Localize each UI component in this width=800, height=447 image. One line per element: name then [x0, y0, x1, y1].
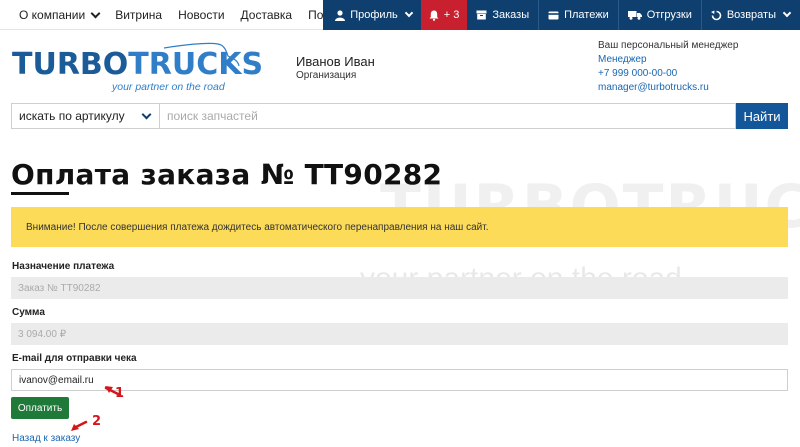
amount-field: 3 094.00 ₽ — [11, 323, 788, 345]
nav-news[interactable]: Новости — [170, 0, 232, 30]
manager-name-link[interactable]: Менеджер — [598, 54, 647, 65]
logo-tagline: your partner on the road — [112, 81, 225, 93]
email-label: E-mail для отправки чека — [12, 353, 137, 364]
warning-banner: Внимание! После совершения платежа дожди… — [11, 207, 788, 247]
search-mode-value: искать по артикулу — [19, 109, 125, 123]
chevron-down-icon — [404, 8, 413, 18]
nav-showcase[interactable]: Витрина — [107, 0, 170, 30]
back-to-order-link[interactable]: Назад к заказу — [12, 433, 80, 444]
search-button[interactable]: Найти — [736, 103, 788, 129]
shipments-label: Отгрузки — [646, 9, 692, 21]
profile-label: Профиль — [350, 9, 398, 21]
orders-label: Заказы — [492, 9, 530, 21]
truck-icon — [627, 11, 642, 20]
notifications-button[interactable]: + 3 — [420, 0, 468, 30]
nav-showcase-label: Витрина — [115, 8, 163, 22]
topnav-left: О компании Витрина Новости Доставка Помо… — [0, 0, 362, 30]
orders-link[interactable]: Заказы — [467, 0, 539, 30]
logo-wordmark: TURBOTRUCKS — [12, 48, 263, 82]
title-underline — [11, 192, 69, 195]
topnav-right: Профиль + 3 Заказы Платежи Отгрузки Возв… — [323, 0, 800, 30]
user-organization: Организация — [296, 70, 357, 81]
nav-delivery[interactable]: Доставка — [233, 0, 301, 30]
profile-menu[interactable]: Профиль — [323, 0, 421, 30]
nav-about[interactable]: О компании — [0, 0, 107, 30]
search-mode-select[interactable]: искать по артикулу — [11, 103, 159, 129]
manager-phone-link[interactable]: +7 999 000-00-00 — [598, 68, 677, 79]
chevron-down-icon — [90, 8, 101, 18]
purpose-value: Заказ № ТТ90282 — [18, 282, 101, 294]
user-name: Иванов Иван — [296, 54, 375, 69]
user-icon — [335, 9, 346, 21]
amount-label: Сумма — [12, 307, 45, 318]
turbotrucks-logo[interactable]: TURBOTRUCKS your partner on the road — [12, 42, 263, 94]
nav-delivery-label: Доставка — [240, 8, 293, 22]
amount-value: 3 094.00 ₽ — [18, 328, 67, 340]
manager-title: Ваш персональный менеджер — [598, 40, 739, 51]
chevron-down-icon — [141, 109, 152, 119]
purpose-field: Заказ № ТТ90282 — [11, 277, 788, 299]
payments-link[interactable]: Платежи — [538, 0, 618, 30]
returns-label: Возвраты — [726, 9, 776, 21]
undo-icon — [710, 10, 722, 20]
notifications-count: + 3 — [443, 9, 460, 21]
chevron-down-icon — [782, 8, 792, 18]
page-title: Оплата заказа № ТТ90282 — [11, 158, 443, 191]
shipments-link[interactable]: Отгрузки — [617, 0, 701, 30]
warning-text: Внимание! После совершения платежа дожди… — [26, 221, 489, 233]
nav-news-label: Новости — [178, 8, 225, 22]
credit-card-icon — [548, 11, 559, 19]
logo-part-2: TRUCKS — [128, 47, 264, 82]
pay-button[interactable]: Оплатить — [11, 397, 69, 419]
box-icon — [476, 10, 487, 20]
logo-part-1: TURBO — [12, 47, 129, 82]
top-navbar: О компании Витрина Новости Доставка Помо… — [0, 0, 800, 30]
search-input[interactable] — [159, 103, 736, 129]
bell-icon — [429, 10, 439, 21]
email-field[interactable] — [11, 369, 788, 391]
manager-email-link[interactable]: manager@turbotrucks.ru — [598, 82, 709, 93]
purpose-label: Назначение платежа — [12, 261, 115, 272]
returns-menu[interactable]: Возвраты — [700, 0, 800, 30]
nav-about-label: О компании — [19, 8, 86, 22]
search-bar: искать по артикулу Найти — [11, 103, 788, 129]
payments-label: Платежи — [564, 9, 609, 21]
annotation-number-2: 2 — [92, 414, 102, 429]
